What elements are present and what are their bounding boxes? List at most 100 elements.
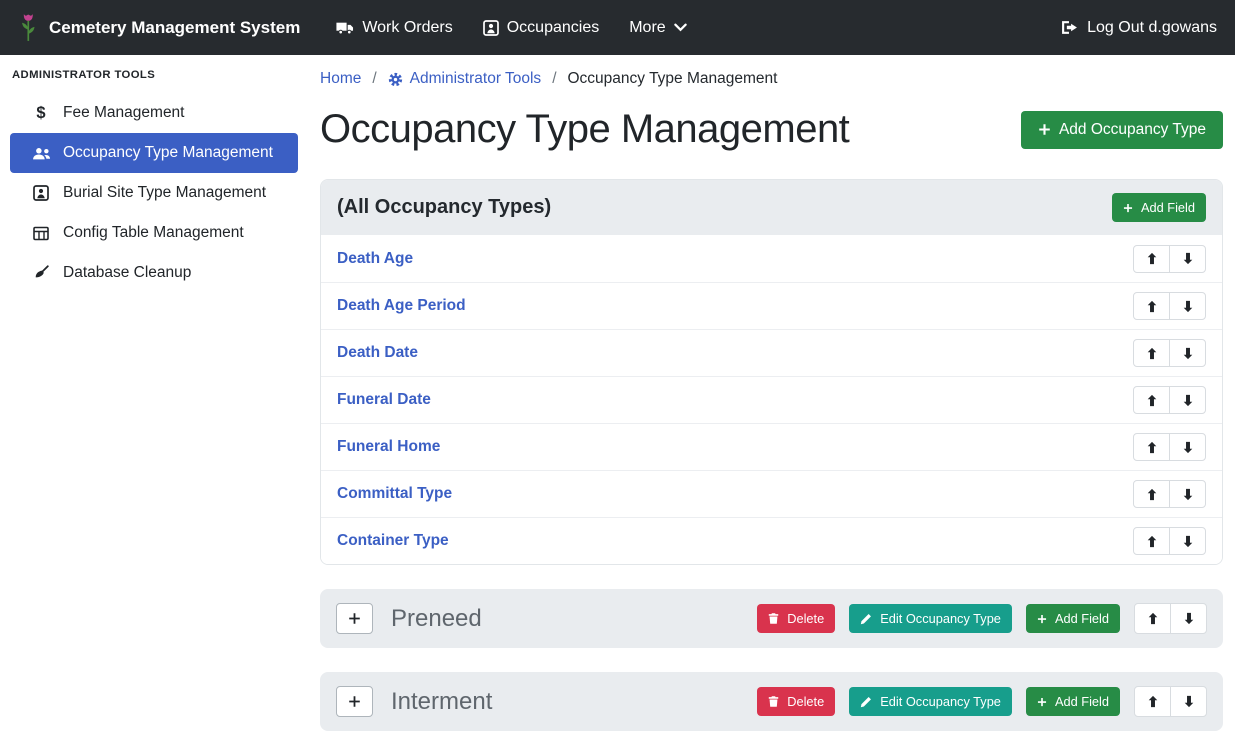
delete-label: Delete bbox=[787, 694, 824, 709]
breadcrumb-home-link[interactable]: Home bbox=[320, 70, 361, 88]
field-link[interactable]: Container Type bbox=[337, 532, 449, 550]
arrow-down-icon bbox=[1183, 612, 1195, 625]
move-up-button[interactable] bbox=[1133, 527, 1170, 555]
add-field-button[interactable]: Add Field bbox=[1026, 687, 1120, 716]
move-down-button[interactable] bbox=[1170, 603, 1207, 634]
sidebar-item-label: Fee Management bbox=[63, 104, 185, 122]
delete-label: Delete bbox=[787, 611, 824, 626]
field-link[interactable]: Death Age bbox=[337, 250, 413, 268]
nav-occupancies[interactable]: Occupancies bbox=[483, 19, 600, 37]
delete-button[interactable]: Delete bbox=[757, 687, 835, 716]
top-navbar: Cemetery Management System Work Orders O… bbox=[0, 0, 1235, 55]
arrow-down-icon bbox=[1182, 347, 1194, 360]
breadcrumb-admin-tools-label: Administrator Tools bbox=[410, 70, 542, 88]
reorder-buttons bbox=[1133, 386, 1206, 414]
move-down-button[interactable] bbox=[1169, 245, 1206, 273]
nav-occupancies-label: Occupancies bbox=[507, 19, 600, 37]
move-up-button[interactable] bbox=[1134, 686, 1171, 717]
nav-more-label: More bbox=[629, 19, 665, 37]
users-icon bbox=[30, 146, 52, 161]
breadcrumb-admin-tools-link[interactable]: Administrator Tools bbox=[388, 70, 542, 88]
tulip-icon bbox=[18, 12, 39, 43]
navbar-menu: Work Orders Occupancies More bbox=[336, 19, 686, 37]
move-up-button[interactable] bbox=[1133, 433, 1170, 461]
table-icon bbox=[30, 226, 52, 241]
sidebar-item-occupancy-type-management[interactable]: Occupancy Type Management bbox=[10, 133, 298, 173]
move-down-button[interactable] bbox=[1169, 527, 1206, 555]
field-link[interactable]: Funeral Home bbox=[337, 438, 440, 456]
add-field-label: Add Field bbox=[1055, 694, 1109, 709]
nav-work-orders-label: Work Orders bbox=[362, 19, 452, 37]
add-occupancy-type-button[interactable]: Add Occupancy Type bbox=[1021, 111, 1223, 149]
field-row: Funeral Date bbox=[321, 376, 1222, 423]
arrow-up-icon bbox=[1146, 252, 1158, 265]
expand-section-button[interactable] bbox=[336, 603, 373, 634]
move-up-button[interactable] bbox=[1133, 480, 1170, 508]
logout-button[interactable]: Log Out d.gowans bbox=[1061, 19, 1217, 37]
all-occupancy-types-title: (All Occupancy Types) bbox=[337, 196, 551, 219]
reorder-buttons bbox=[1133, 339, 1206, 367]
flower-logo-icon[interactable] bbox=[18, 12, 39, 43]
move-up-button[interactable] bbox=[1133, 339, 1170, 367]
plus-icon bbox=[1037, 697, 1047, 707]
move-up-button[interactable] bbox=[1134, 603, 1171, 634]
expand-section-button[interactable] bbox=[336, 686, 373, 717]
sidebar-item-label: Database Cleanup bbox=[63, 264, 191, 282]
arrow-down-icon bbox=[1182, 394, 1194, 407]
section-actions: Delete Edit Occupancy Type Add Field bbox=[757, 686, 1207, 717]
field-row: Death Age bbox=[321, 235, 1222, 282]
section-interment: Interment Delete Edit Occupancy Type A bbox=[320, 672, 1223, 731]
breadcrumb: Home / Administrator Tools / Occupancy T… bbox=[320, 67, 1223, 91]
arrow-down-icon bbox=[1182, 252, 1194, 265]
edit-occupancy-type-label: Edit Occupancy Type bbox=[880, 694, 1001, 709]
sidebar-item-database-cleanup[interactable]: Database Cleanup bbox=[10, 253, 298, 293]
nav-work-orders[interactable]: Work Orders bbox=[336, 19, 452, 37]
chevron-down-icon bbox=[674, 23, 687, 32]
field-link[interactable]: Committal Type bbox=[337, 485, 452, 503]
arrow-up-icon bbox=[1146, 347, 1158, 360]
page-header: Occupancy Type Management Add Occupancy … bbox=[320, 107, 1223, 152]
arrow-down-icon bbox=[1183, 695, 1195, 708]
delete-button[interactable]: Delete bbox=[757, 604, 835, 633]
add-occupancy-type-label: Add Occupancy Type bbox=[1059, 121, 1206, 139]
add-field-button[interactable]: Add Field bbox=[1112, 193, 1206, 222]
sidebar-item-fee-management[interactable]: $ Fee Management bbox=[10, 93, 298, 133]
page-title: Occupancy Type Management bbox=[320, 107, 849, 152]
move-up-button[interactable] bbox=[1133, 292, 1170, 320]
edit-occupancy-type-button[interactable]: Edit Occupancy Type bbox=[849, 687, 1012, 716]
plus-icon bbox=[348, 612, 361, 625]
plus-icon bbox=[1038, 123, 1051, 136]
breadcrumb-current: Occupancy Type Management bbox=[568, 70, 778, 88]
sidebar-item-burial-site-type-management[interactable]: Burial Site Type Management bbox=[10, 173, 298, 213]
move-up-button[interactable] bbox=[1133, 386, 1170, 414]
move-down-button[interactable] bbox=[1169, 292, 1206, 320]
field-link[interactable]: Death Date bbox=[337, 344, 418, 362]
nav-more[interactable]: More bbox=[629, 19, 686, 37]
sidebar-item-config-table-management[interactable]: Config Table Management bbox=[10, 213, 298, 253]
move-down-button[interactable] bbox=[1169, 386, 1206, 414]
reorder-buttons bbox=[1133, 245, 1206, 273]
sidebar-heading: Administrator Tools bbox=[0, 55, 308, 93]
field-link[interactable]: Death Age Period bbox=[337, 297, 466, 315]
move-up-button[interactable] bbox=[1133, 245, 1170, 273]
add-field-button[interactable]: Add Field bbox=[1026, 604, 1120, 633]
sidebar-item-label: Config Table Management bbox=[63, 224, 244, 242]
arrow-down-icon bbox=[1182, 488, 1194, 501]
app-title[interactable]: Cemetery Management System bbox=[49, 18, 300, 38]
move-down-button[interactable] bbox=[1169, 480, 1206, 508]
field-row: Death Date bbox=[321, 329, 1222, 376]
trash-icon bbox=[768, 612, 779, 625]
sign-out-icon bbox=[1061, 20, 1078, 35]
pencil-icon bbox=[860, 613, 872, 625]
field-link[interactable]: Funeral Date bbox=[337, 391, 431, 409]
move-down-button[interactable] bbox=[1169, 339, 1206, 367]
move-down-button[interactable] bbox=[1169, 433, 1206, 461]
move-down-button[interactable] bbox=[1170, 686, 1207, 717]
section-preneed: Preneed Delete Edit Occupancy Type Add bbox=[320, 589, 1223, 648]
reorder-buttons bbox=[1133, 433, 1206, 461]
edit-occupancy-type-button[interactable]: Edit Occupancy Type bbox=[849, 604, 1012, 633]
arrow-up-icon bbox=[1146, 394, 1158, 407]
section-title: Interment bbox=[391, 688, 492, 716]
section-actions: Delete Edit Occupancy Type Add Field bbox=[757, 603, 1207, 634]
section-title: Preneed bbox=[391, 605, 482, 633]
